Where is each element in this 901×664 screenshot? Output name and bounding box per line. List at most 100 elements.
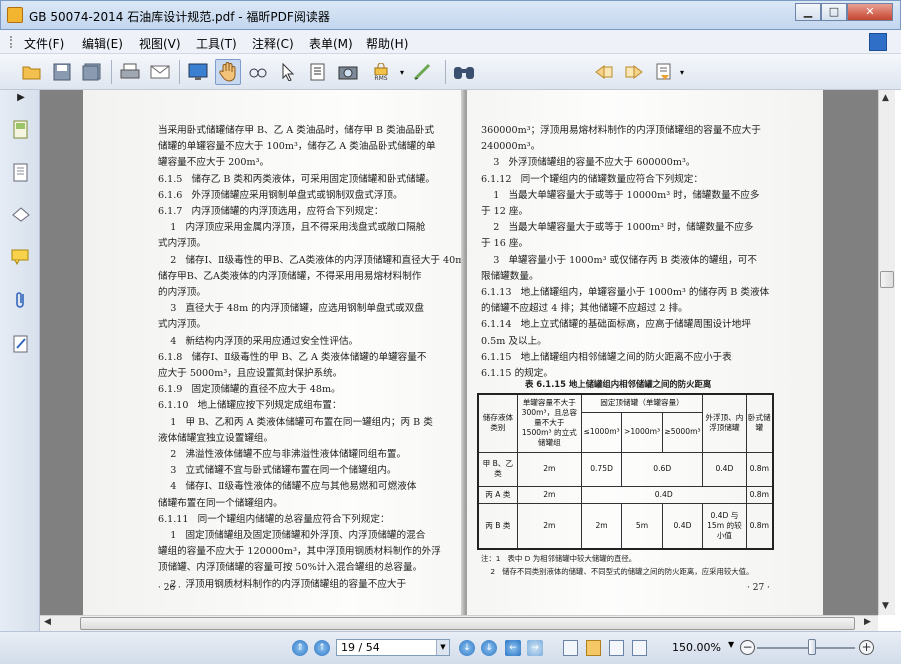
text-line: 1 当最大单罐容量大于或等于 10000m³ 时，储罐数量不应多	[481, 189, 760, 201]
vertical-scroll-thumb[interactable]	[880, 271, 894, 288]
page-text-left: 当采用卧式储罐储存甲 B、乙 A 类油品时，储存甲 B 类油品卧式 储罐的单罐容量…	[158, 123, 477, 593]
next-page-icon[interactable]: ↓	[459, 640, 475, 656]
maximize-button[interactable]: □	[821, 3, 847, 21]
toolbar-separator	[445, 60, 446, 84]
rms-lock-icon[interactable]: RMS	[367, 59, 395, 85]
menu-file[interactable]: 文件(F)	[24, 35, 64, 52]
print-icon[interactable]	[117, 59, 143, 85]
table-cell: 0.75D	[580, 451, 623, 487]
attachments-icon[interactable]	[10, 290, 32, 314]
zoom-dropdown-icon[interactable]: ▼	[728, 640, 734, 649]
text-select-icon[interactable]	[305, 59, 331, 85]
text-line: 罐容量不应大于 200m³。	[158, 157, 270, 169]
horizontal-scrollbar[interactable]: ◀ ▶	[40, 615, 878, 631]
minimize-button[interactable]: ▁	[795, 3, 821, 21]
close-button[interactable]: ✕	[847, 3, 893, 21]
text-line: 6.1.7 内浮顶储罐的内浮顶选用，应符合下列规定：	[158, 206, 384, 218]
zoom-out-icon[interactable]: −	[740, 640, 755, 655]
go-back-icon[interactable]: ←	[505, 640, 521, 656]
continuous-view-icon[interactable]	[586, 640, 601, 656]
select-tool-icon[interactable]	[275, 59, 301, 85]
text-line: 2 当最大单罐容量大于或等于 1000m³ 时，储罐数量不应多	[481, 222, 754, 234]
signature-icon[interactable]	[10, 334, 32, 358]
pages-icon[interactable]	[10, 120, 32, 144]
facing-view-icon[interactable]	[609, 640, 624, 656]
menu-form[interactable]: 表单(M)	[309, 35, 353, 52]
text-line: 6.1.5 储存乙 B 类和丙类液体，可采用固定顶储罐和卧式储罐。	[158, 173, 435, 185]
text-line: 的储罐不应超过 4 排；其他储罐不应超过 2 排。	[481, 303, 688, 315]
sign-icon[interactable]	[410, 59, 436, 85]
text-line: 3 外浮顶储罐组的容量不应大于 600000m³。	[481, 157, 696, 169]
text-line: 6.1.14 地上立式储罐的基础面标高，应高于储罐周围设计地坪	[481, 319, 751, 331]
find-previous-icon[interactable]	[591, 59, 617, 85]
save-icon[interactable]	[49, 59, 75, 85]
zoom-tool-icon[interactable]	[245, 59, 271, 85]
bookmarks-icon[interactable]	[10, 163, 32, 187]
menu-view[interactable]: 视图(V)	[139, 35, 181, 52]
text-line: 式内浮顶。	[158, 238, 206, 250]
previous-page-icon[interactable]: ↑	[314, 640, 330, 656]
menu-grip	[10, 36, 13, 48]
rms-label: RMS	[374, 74, 388, 82]
zoom-slider-track[interactable]	[757, 647, 855, 649]
table-cell: 2m	[516, 502, 582, 550]
text-line: 240000m³。	[481, 141, 541, 153]
zoom-in-icon[interactable]: +	[859, 640, 874, 655]
layers-icon[interactable]	[10, 205, 32, 229]
menu-tools[interactable]: 工具(T)	[196, 35, 237, 52]
text-line: 2 储存Ⅰ、Ⅱ级毒性的甲B、乙A类液体的内浮顶储罐和直径大于 40m 的	[158, 254, 477, 266]
text-line: 4 储存Ⅰ、Ⅱ级毒性液体的储罐不应与其他易燃和可燃液体	[158, 481, 417, 493]
toolbar: RMS ▾ ▾	[0, 54, 901, 134]
find-next-icon[interactable]	[621, 59, 647, 85]
text-line: 于 16 座。	[481, 238, 529, 250]
text-line: 式内浮顶。	[158, 319, 206, 331]
first-page-icon[interactable]: ⇑	[292, 640, 308, 656]
single-page-view-icon[interactable]	[563, 640, 578, 656]
scroll-down-icon[interactable]: ▼	[882, 601, 889, 611]
page-dropdown-icon[interactable]: ▼	[436, 640, 449, 655]
page-number-left: · 26 ·	[158, 583, 181, 593]
zoom-slider-thumb[interactable]	[808, 639, 816, 655]
app-icon	[7, 7, 23, 23]
table-cell: 0.4D	[661, 502, 704, 550]
fullscreen-icon[interactable]	[185, 59, 211, 85]
email-icon[interactable]	[147, 59, 173, 85]
menu-edit[interactable]: 编辑(E)	[82, 35, 123, 52]
panel-expand-icon[interactable]: ▶	[10, 92, 32, 116]
last-page-icon[interactable]: ⇓	[481, 640, 497, 656]
continuous-facing-view-icon[interactable]	[632, 640, 647, 656]
text-line: 1 甲 B、乙和丙 A 类液体储罐可布置在同一罐组内；丙 B 类	[158, 416, 433, 428]
text-line: 注：1 表中 D 为相邻储罐中较大储罐的直径。	[481, 554, 637, 563]
search-options-icon[interactable]	[651, 59, 677, 85]
menu-comment[interactable]: 注释(C)	[252, 35, 294, 52]
scroll-up-icon[interactable]: ▲	[882, 93, 889, 103]
zoom-level[interactable]: 150.00%	[672, 641, 721, 654]
table-cell: 丙 A 类	[477, 485, 518, 504]
text-line: 3 直径大于 48m 的内浮顶储罐，应选用钢制单盘式或双盘	[158, 303, 424, 315]
text-line: 罐组的容量不应大于 120000m³，其中浮顶用钢质材料制作的外浮	[158, 546, 441, 558]
scroll-left-icon[interactable]: ◀	[44, 617, 51, 627]
search-dropdown-icon[interactable]: ▾	[677, 59, 687, 85]
document-viewport[interactable]: 当采用卧式储罐储存甲 B、乙 A 类油品时，储存甲 B 类油品卧式 储罐的单罐容量…	[40, 90, 878, 615]
page-number-field[interactable]: 19 / 54 ▼	[336, 639, 450, 656]
table-cell: 0.8m	[745, 502, 774, 550]
snapshot-icon[interactable]	[335, 59, 361, 85]
menu-help[interactable]: 帮助(H)	[366, 35, 408, 52]
table-header-single: 单罐容量不大于300m³，且总容量不大于 1500m³ 的立式储罐组	[516, 393, 582, 453]
go-forward-icon[interactable]: →	[527, 640, 543, 656]
find-icon[interactable]	[451, 59, 477, 85]
toolbar-separator	[179, 60, 180, 84]
comments-icon[interactable]	[10, 248, 32, 272]
save-all-icon[interactable]	[79, 59, 105, 85]
table-notes: 注：1 表中 D 为相邻储罐中较大储罐的直径。 2 储存不同类别液体的储罐、不同…	[481, 552, 753, 578]
horizontal-scroll-thumb[interactable]	[80, 617, 855, 630]
rms-dropdown-icon[interactable]: ▾	[397, 59, 407, 85]
open-icon[interactable]	[19, 59, 45, 85]
table-header-floating: 外浮顶、内浮顶储罐	[702, 393, 747, 453]
text-line: 6.1.11 同一个罐组内储罐的总容量应符合下列规定：	[158, 513, 390, 525]
fit-window-icon[interactable]	[869, 33, 887, 51]
vertical-scrollbar[interactable]: ▲ ▼	[878, 90, 895, 615]
status-bar: ⇑ ↑ 19 / 54 ▼ ↓ ⇓ ← → 150.00% ▼ − +	[0, 631, 901, 664]
scroll-right-icon[interactable]: ▶	[864, 617, 871, 627]
hand-tool-icon[interactable]	[215, 59, 241, 85]
